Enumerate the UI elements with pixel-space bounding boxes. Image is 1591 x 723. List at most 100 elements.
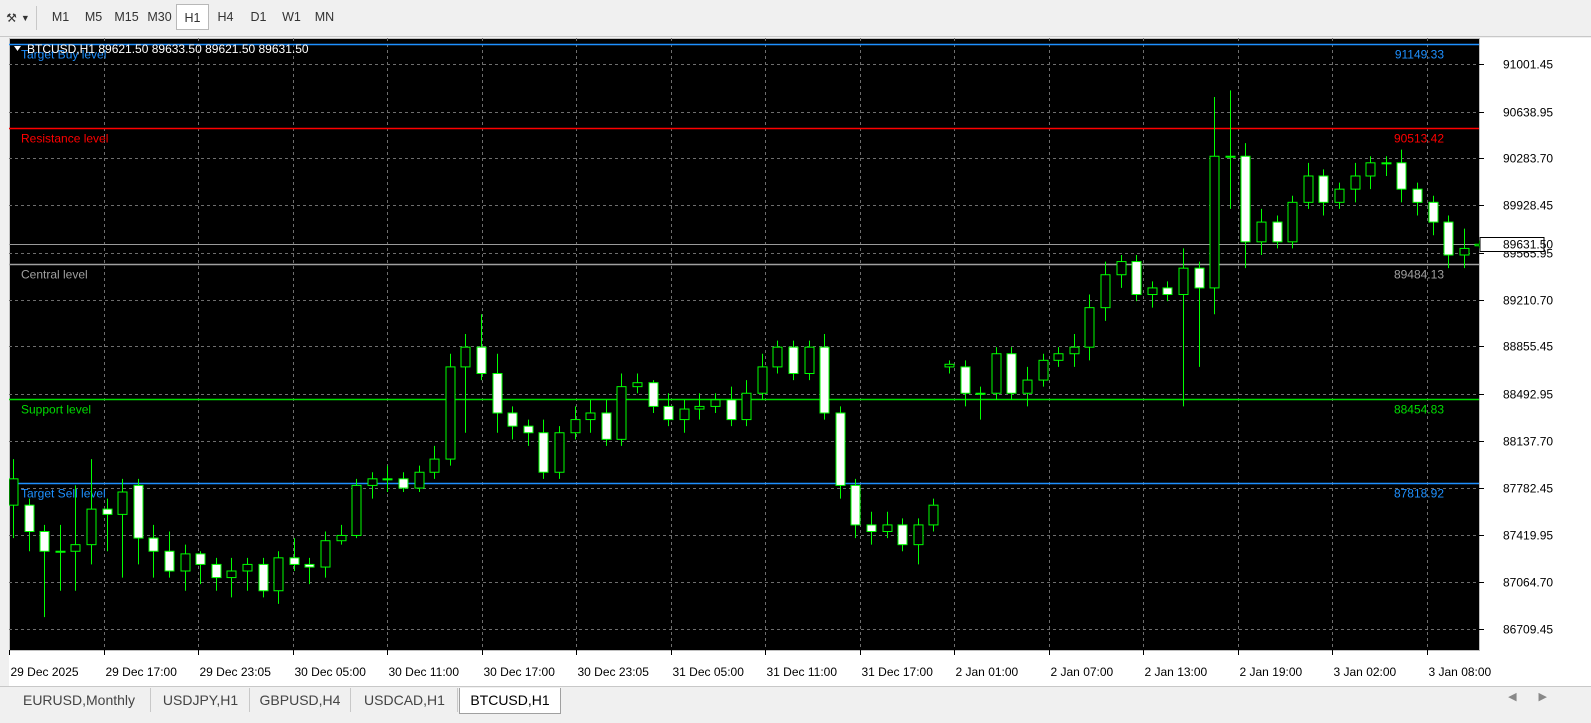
candle-body <box>117 491 128 515</box>
candle-body <box>1287 201 1298 243</box>
chart-area[interactable]: Target Buy level 91149.33 Resistance level… <box>8 38 1591 687</box>
support-level-label: Support level <box>21 403 91 417</box>
candle-body <box>913 524 924 546</box>
timeframe-w1[interactable]: W1 <box>275 4 308 30</box>
candle[interactable] <box>1287 195 1298 249</box>
candle-body <box>476 346 487 374</box>
candle-body <box>242 563 253 572</box>
candle-body <box>1147 287 1158 295</box>
y-tick-label: 88492.95 <box>1503 388 1553 402</box>
tab-gbpusd-h4[interactable]: GBPUSD,H4 <box>250 688 351 712</box>
candle-body <box>679 408 690 421</box>
candle-body <box>1381 162 1392 165</box>
candle[interactable] <box>1131 254 1142 302</box>
candle[interactable] <box>351 478 362 539</box>
tab-eurusd-monthly[interactable]: EURUSD,Monthly <box>8 688 151 712</box>
candle-body <box>382 478 393 481</box>
candlestick-chart[interactable]: Target Buy level 91149.33Resistance level… <box>8 38 1591 687</box>
candle-body <box>788 346 799 374</box>
timeframe-h4[interactable]: H4 <box>209 4 242 30</box>
y-tick-label: 89928.45 <box>1503 199 1553 213</box>
candle-body <box>757 366 768 394</box>
candle-body <box>351 484 362 536</box>
candle[interactable] <box>991 347 1002 400</box>
candle-body <box>1396 162 1407 190</box>
timeframe-m15[interactable]: M15 <box>110 4 143 30</box>
scroll-left-icon[interactable]: ◀ <box>1508 691 1538 703</box>
candle-body <box>1443 221 1454 256</box>
candle-body <box>1069 346 1080 355</box>
candle-body <box>102 508 113 515</box>
candle-body <box>429 458 440 473</box>
candle[interactable] <box>445 353 456 466</box>
x-tick-label: 2 Jan 19:00 <box>1240 665 1303 679</box>
candle[interactable] <box>835 406 846 499</box>
candle-body <box>460 346 471 368</box>
candle-body <box>804 346 815 374</box>
y-tick-label: 87064.70 <box>1503 576 1553 590</box>
x-tick-label: 31 Dec 11:00 <box>767 665 838 679</box>
y-tick-label: 90638.95 <box>1503 106 1553 120</box>
candle-body <box>86 508 97 546</box>
candle[interactable] <box>1006 347 1017 400</box>
target-buy-level-value: 91149.33 <box>1395 48 1444 62</box>
tab-usdjpy-h1[interactable]: USDJPY,H1 <box>152 688 250 712</box>
candle-body <box>1350 175 1361 190</box>
candle-body <box>648 382 659 407</box>
candle-body <box>273 557 284 592</box>
y-tick-label: 88855.45 <box>1503 340 1553 354</box>
candle[interactable] <box>819 333 830 420</box>
candle-body <box>164 550 175 572</box>
resistance-level-value: 90513.42 <box>1394 132 1444 146</box>
candle-body <box>226 570 237 579</box>
candle-body <box>1256 221 1267 243</box>
y-tick-label: 89210.70 <box>1503 294 1553 308</box>
timeframe-bar: M1 M5 M15 M30 H1 H4 D1 W1 MN <box>44 4 341 30</box>
candle-body <box>1240 155 1251 243</box>
candle-body <box>1318 175 1329 203</box>
drawing-tools-dropdown[interactable]: ⚒ ▼ <box>0 6 37 30</box>
candle-body <box>772 346 783 368</box>
candle-body <box>320 540 331 568</box>
timeframe-h1[interactable]: H1 <box>176 4 209 30</box>
candle-body <box>507 412 518 427</box>
candle-body <box>211 563 222 579</box>
x-tick-label: 30 Dec 11:00 <box>389 665 460 679</box>
candle-body <box>304 563 315 568</box>
candle-body <box>523 425 534 434</box>
candle-body <box>632 382 643 388</box>
candle-body <box>1428 201 1439 223</box>
candle-body <box>741 392 752 421</box>
timeframe-m5[interactable]: M5 <box>77 4 110 30</box>
timeframe-m1[interactable]: M1 <box>44 4 77 30</box>
candle-body <box>960 366 971 394</box>
scroll-right-icon[interactable]: ▶ <box>1539 691 1569 703</box>
timeframe-mn[interactable]: MN <box>308 4 341 30</box>
x-tick-label: 2 Jan 01:00 <box>956 665 1019 679</box>
candle-body <box>1303 175 1314 203</box>
timeframe-m30[interactable]: M30 <box>143 4 176 30</box>
toolbar: ⚒ ▼ M1 M5 M15 M30 H1 H4 D1 W1 MN <box>0 0 1591 37</box>
tab-usdcad-h1[interactable]: USDCAD,H1 <box>352 688 458 712</box>
y-tick-label: 87782.45 <box>1503 482 1553 496</box>
candle-body <box>148 537 159 552</box>
candle-body <box>616 386 627 440</box>
x-tick-label: 30 Dec 17:00 <box>484 665 556 679</box>
candle-body <box>1131 261 1142 295</box>
timeframe-d1[interactable]: D1 <box>242 4 275 30</box>
candle-body <box>1006 353 1017 394</box>
candle-body <box>8 478 19 506</box>
candle-body <box>1209 155 1220 289</box>
candle-body <box>835 412 846 486</box>
x-tick-label: 2 Jan 07:00 <box>1051 665 1114 679</box>
candle-body <box>398 478 409 489</box>
y-tick-label: 91001.45 <box>1503 58 1553 72</box>
candle-body <box>944 363 955 368</box>
candle-body <box>1053 353 1064 361</box>
candle[interactable] <box>554 426 565 479</box>
candle-body <box>1412 188 1423 203</box>
tab-btcusd-h1[interactable]: BTCUSD,H1 <box>459 688 561 714</box>
candle-body <box>882 524 893 532</box>
y-tick-label: 86709.45 <box>1503 623 1553 637</box>
drawing-tools-icon: ⚒ <box>6 11 17 25</box>
